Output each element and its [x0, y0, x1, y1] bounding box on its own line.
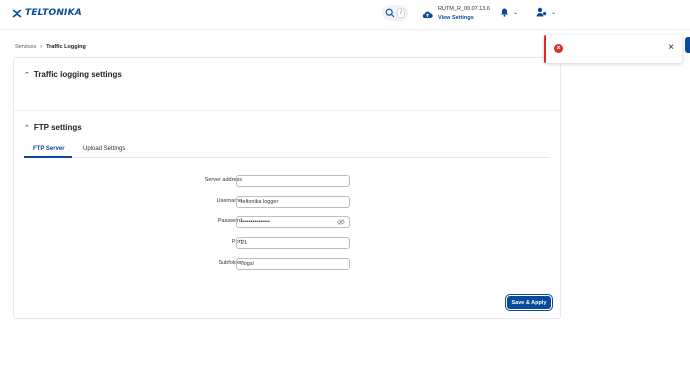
breadcrumb-services[interactable]: Services — [15, 44, 36, 50]
password-value: ••••••••••••••• — [241, 219, 270, 225]
logo-text: TELTONIKA — [25, 8, 82, 18]
active-tab-indicator — [24, 156, 72, 158]
search-icon — [385, 8, 395, 18]
traffic-logging-title: Traffic logging settings — [33, 70, 122, 79]
side-panel-tab[interactable] — [685, 37, 690, 53]
logo-mark-icon — [12, 8, 22, 18]
cloud-upload-icon — [422, 11, 433, 18]
ftp-tabs: FTP Server Upload Settings — [24, 144, 550, 158]
username-input[interactable]: teltonika logger — [236, 196, 350, 208]
traffic-logging-section-toggle[interactable]: ⌃ Traffic logging settings — [24, 70, 122, 79]
firmware-version: RUTM_R_00.07.13.6 — [438, 6, 490, 12]
ftp-section-toggle[interactable]: ⌃ FTP settings — [24, 123, 82, 132]
breadcrumb: Services › Traffic Logging — [15, 44, 86, 50]
password-row: Password ••••••••••••••• — [14, 216, 560, 228]
tab-ftp-server[interactable]: FTP Server — [33, 146, 65, 152]
password-input[interactable]: ••••••••••••••• — [236, 216, 350, 228]
eye-off-icon[interactable] — [337, 219, 345, 225]
chevron-up-icon: ⌃ — [24, 71, 30, 79]
firmware-info: RUTM_R_00.07.13.6 View Settings — [422, 5, 490, 23]
user-menu-button[interactable]: ⌄ — [536, 7, 556, 17]
error-toast: × × — [544, 35, 682, 63]
search-button[interactable]: / — [382, 5, 408, 21]
settings-panel: ⌃ Traffic logging settings ⌃ FTP setting… — [13, 57, 561, 319]
port-input[interactable]: 21 — [236, 237, 350, 249]
port-row: Port 21 — [14, 237, 560, 249]
username-row: Username teltonika logger — [14, 196, 560, 208]
top-header: TELTONIKA / RUTM_R_00.07.13.6 View Setti… — [0, 0, 690, 30]
chevron-down-icon: ⌄ — [513, 9, 519, 16]
ftp-settings-title: FTP settings — [33, 123, 82, 132]
chevron-right-icon: › — [40, 44, 43, 50]
view-settings-link[interactable]: View Settings — [438, 14, 490, 23]
tab-upload-settings[interactable]: Upload Settings — [83, 146, 125, 152]
server-address-row: Server address — [14, 175, 560, 187]
search-shortcut-key: / — [397, 8, 405, 18]
subfolder-input[interactable]: /logs/ — [236, 258, 350, 270]
chevron-up-icon: ⌃ — [24, 124, 30, 132]
bell-icon — [501, 8, 508, 17]
server-address-input[interactable] — [236, 175, 350, 187]
subfolder-row: Subfolder /logs/ — [14, 258, 560, 270]
chevron-down-icon: ⌄ — [551, 9, 557, 16]
close-icon[interactable]: × — [668, 42, 674, 54]
user-settings-icon — [536, 7, 547, 17]
notifications-button[interactable]: ⌄ — [500, 7, 518, 17]
breadcrumb-current: Traffic Logging — [46, 44, 86, 50]
save-apply-button[interactable]: Save & Apply — [507, 296, 551, 309]
section-divider — [14, 110, 560, 111]
error-icon: × — [554, 44, 563, 53]
teltonika-logo[interactable]: TELTONIKA — [12, 8, 82, 18]
